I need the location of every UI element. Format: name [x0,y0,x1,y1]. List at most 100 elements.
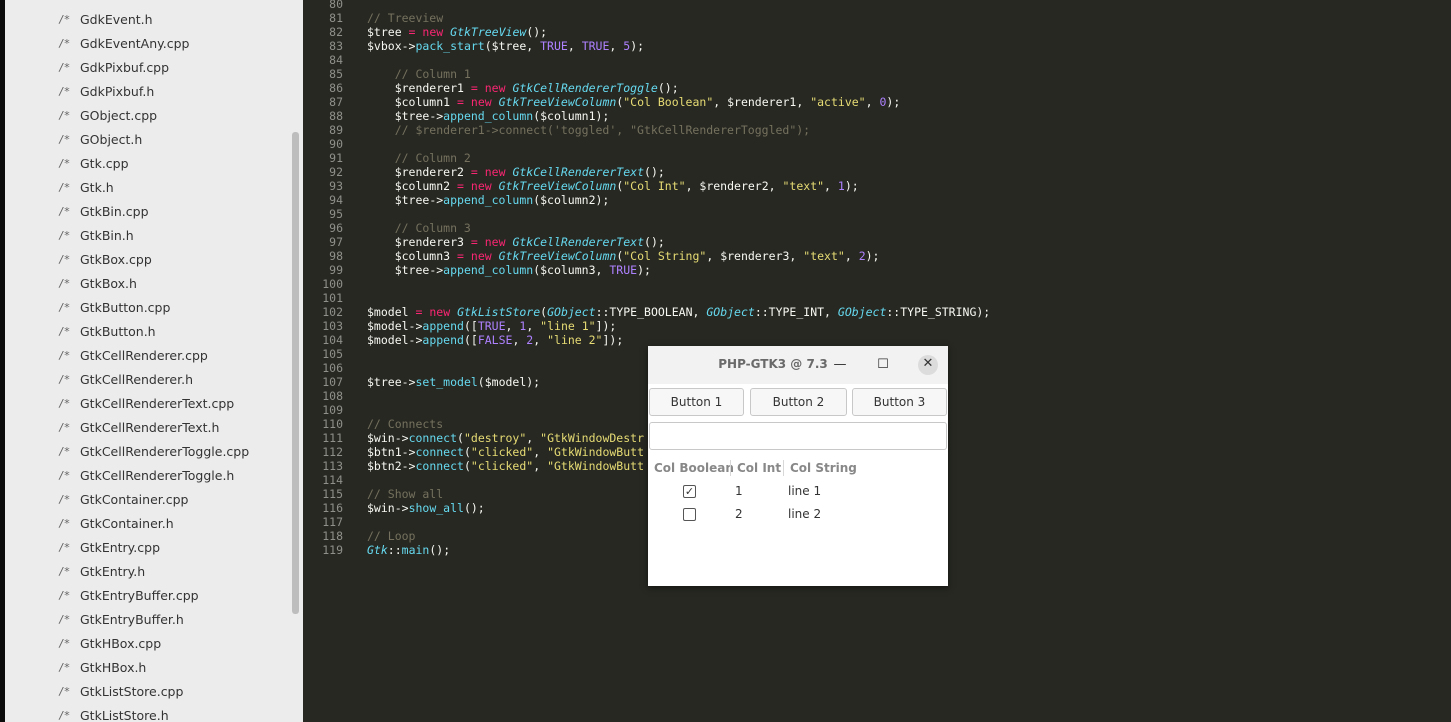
maximize-icon[interactable]: ☐ [874,356,892,374]
text-entry[interactable] [649,422,947,450]
code-line[interactable]: 90 [303,137,1451,151]
code-token: // $renderer1->connect('toggled', "GtkCe… [367,123,811,137]
sidebar-file-item[interactable]: /* GdkPixbuf.h [5,79,290,103]
sidebar-scrollbar[interactable] [292,132,299,614]
code-token: // Column 1 [367,67,471,81]
code-line[interactable]: 104 $model->append([FALSE, 2, "line 2"]); [303,333,1451,347]
code-line[interactable]: 81 // Treeview [303,11,1451,25]
sidebar-file-item[interactable]: /* GdkEvent.h [5,7,290,31]
button-3[interactable]: Button 3 [852,388,947,416]
code-line[interactable]: 94 $tree->append_column($column2); [303,193,1451,207]
code-line[interactable]: 83 $vbox->pack_start($tree, TRUE, TRUE, 5… [303,39,1451,53]
code-token: , [533,333,548,347]
sidebar-file-item[interactable]: /* GtkBox.cpp [5,247,290,271]
code-token: ($tree, [484,39,541,53]
button-1[interactable]: Button 1 [649,388,744,416]
sidebar-file-item[interactable]: /* GtkEntry.cpp [5,535,290,559]
line-number: 116 [322,501,343,515]
code-token: -> [408,333,423,347]
sidebar-file-item[interactable]: /* GdkEventAny.cpp [5,31,290,55]
file-name: GtkEntryBuffer.h [80,611,184,627]
line-number: 106 [322,361,343,375]
code-token: -> [401,459,416,473]
code-line[interactable]: 89 // $renderer1->connect('toggled', "Gt… [303,123,1451,137]
code-line[interactable]: 86 $renderer1 = new GtkCellRendererToggl… [303,81,1451,95]
sidebar-file-item[interactable]: /* GtkEntryBuffer.h [5,607,290,631]
sidebar-file-item[interactable]: /* GdkPixbuf.cpp [5,55,290,79]
sidebar-file-item[interactable]: /* GtkEntryBuffer.cpp [5,583,290,607]
sidebar-file-item[interactable]: /* GObject.h [5,127,290,151]
code-line[interactable]: 98 $column3 = new GtkTreeViewColumn("Col… [303,249,1451,263]
sidebar-file-item[interactable]: /* GtkListStore.h [5,703,290,722]
row-1-checkbox[interactable]: ✓ [683,485,696,498]
code-text: $win->show_all(); [367,501,485,515]
sidebar-file-item[interactable]: /* GtkListStore.cpp [5,679,290,703]
sidebar-file-item[interactable]: /* GtkCellRendererText.h [5,415,290,439]
code-line[interactable]: 101 [303,291,1451,305]
sidebar-file-item[interactable]: /* GtkCellRenderer.cpp [5,343,290,367]
code-token: -> [401,445,416,459]
column-header-int[interactable]: Col Int [737,461,781,475]
code-line[interactable]: 87 $column1 = new GtkTreeViewColumn("Col… [303,95,1451,109]
code-line[interactable]: 95 [303,207,1451,221]
sidebar-file-item[interactable]: /* GtkCellRenderer.h [5,367,290,391]
code-line[interactable]: 80 [303,0,1451,11]
file-name: GtkEntry.cpp [80,539,161,555]
code-token: TRUE [581,39,610,53]
code-line[interactable]: 92 $renderer2 = new GtkCellRendererText(… [303,165,1451,179]
code-line[interactable]: 96 // Column 3 [303,221,1451,235]
line-number: 112 [322,445,343,459]
file-name: GtkCellRendererText.cpp [80,395,235,411]
code-line[interactable]: 91 // Column 2 [303,151,1451,165]
sidebar-file-item[interactable]: /* GtkHBox.h [5,655,290,679]
file-code-icon: /* [58,324,70,338]
code-token: $btn1 [367,445,402,459]
sidebar-file-item[interactable]: /* GtkHBox.cpp [5,631,290,655]
code-token: $win [367,431,395,445]
code-line[interactable]: 103 $model->append([TRUE, 1, "line 1"]); [303,319,1451,333]
sidebar-file-item[interactable]: /* Gtk.h [5,175,290,199]
code-line[interactable]: 102 $model = new GtkListStore(GObject::TY… [303,305,1451,319]
code-token: // Connects [367,417,444,431]
row-1-int: 1 [735,484,743,498]
code-line[interactable]: 100 [303,277,1451,291]
code-token: = [470,165,478,179]
close-icon[interactable]: ✕ [918,355,938,375]
button-2[interactable]: Button 2 [750,388,847,416]
code-line[interactable]: 82 $tree = new GtkTreeView(); [303,25,1451,39]
sidebar-file-item[interactable]: /* GtkButton.h [5,319,290,343]
code-text: // Connects [367,417,443,431]
window-titlebar[interactable]: PHP-GTK3 @ 7.3 — ☐ ✕ [648,346,948,384]
column-header-boolean[interactable]: Col Boolean [654,461,734,475]
sidebar-file-item[interactable]: /* GObject.cpp [5,103,290,127]
row-2-checkbox[interactable] [683,508,696,521]
sidebar-file-item[interactable]: /* GtkCellRendererText.cpp [5,391,290,415]
code-line[interactable]: 88 $tree->append_column($column1); [303,109,1451,123]
file-code-icon: /* [58,564,70,578]
minimize-icon[interactable]: — [831,356,849,374]
sidebar-file-item[interactable]: /* GtkEntry.h [5,559,290,583]
line-number: 102 [322,305,343,319]
sidebar-file-item[interactable]: /* GtkContainer.h [5,511,290,535]
sidebar-file-item[interactable]: /* GtkBox.h [5,271,290,295]
code-token: = [457,179,464,193]
code-line[interactable]: 93 $column2 = new GtkTreeViewColumn("Col… [303,179,1451,193]
code-line[interactable]: 99 $tree->append_column($column3, TRUE); [303,263,1451,277]
code-token: GtkCellRendererToggle [512,81,658,95]
sidebar-file-item[interactable]: /* GtkButton.cpp [5,295,290,319]
line-number: 105 [322,347,343,361]
code-line[interactable]: 85 // Column 1 [303,67,1451,81]
sidebar-file-item[interactable]: /* GtkCellRendererToggle.cpp [5,439,290,463]
sidebar-file-item[interactable]: /* GtkContainer.cpp [5,487,290,511]
sidebar-file-item[interactable]: /* GtkBin.cpp [5,199,290,223]
code-line[interactable]: 84 [303,53,1451,67]
code-token: , $renderer2, [685,179,783,193]
sidebar-file-item[interactable]: /* GtkBin.h [5,223,290,247]
sidebar-file-item[interactable]: /* Gtk.cpp [5,151,290,175]
code-token: , [526,431,541,445]
code-line[interactable]: 97 $renderer3 = new GtkCellRendererText(… [303,235,1451,249]
column-header-string[interactable]: Col String [790,461,857,475]
file-name: Gtk.h [80,179,114,195]
file-code-icon: /* [58,444,70,458]
sidebar-file-item[interactable]: /* GtkCellRendererToggle.h [5,463,290,487]
